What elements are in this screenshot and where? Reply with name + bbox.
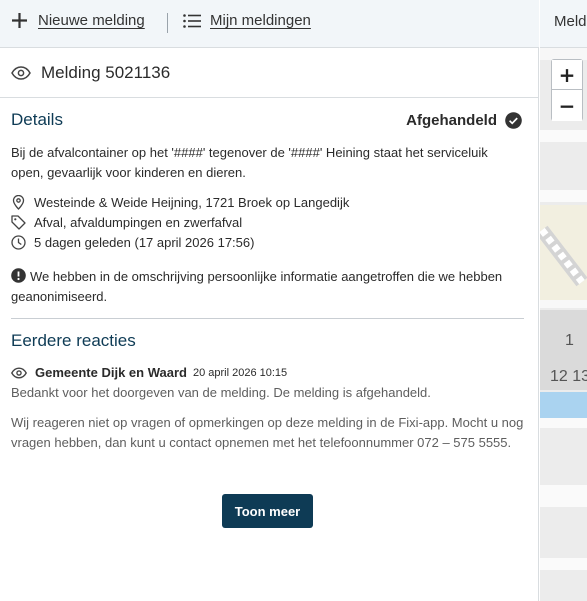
- map-zoom-control: + −: [551, 59, 583, 121]
- zoom-in-button[interactable]: +: [552, 60, 582, 90]
- notice-text: We hebben in de omschrijving persoonlijk…: [11, 269, 503, 304]
- eye-icon: [11, 367, 27, 378]
- map-label: 12 13: [550, 368, 587, 385]
- new-report-label: Nieuwe melding: [38, 12, 145, 29]
- map-road: [540, 190, 587, 202]
- check-circle-icon: [505, 112, 522, 129]
- my-reports-link[interactable]: Mijn meldingen: [183, 12, 311, 29]
- report-description: Bij de afvalcontainer op het '####' tege…: [11, 145, 488, 180]
- report-panel: Nieuwe melding Mijn meldingen Melding 50…: [0, 0, 539, 601]
- map-road: [540, 485, 587, 507]
- eye-icon: [11, 65, 31, 80]
- reply-text-secondary: Wij reageren niet op vragen of opmerking…: [11, 415, 524, 450]
- replies-heading: Eerdere reacties: [11, 331, 136, 350]
- list-icon: [183, 13, 201, 28]
- category-text: Afval, afvaldumpingen en zwerfafval: [34, 215, 243, 230]
- map-road: [540, 130, 587, 142]
- tag-icon: [11, 215, 26, 230]
- new-report-link[interactable]: Nieuwe melding: [11, 12, 145, 29]
- map-water: [540, 392, 587, 418]
- report-time: 5 dagen geleden (17 april 2026 17:56): [11, 235, 254, 250]
- details-heading: Details: [11, 110, 63, 129]
- reply-date: 20 april 2026 10:15: [192, 366, 288, 379]
- reply-author: Gemeente Dijk en Waard: [35, 365, 187, 380]
- reply-header: Gemeente Dijk en Waard 20 april 2026 10:…: [11, 365, 287, 380]
- anonymization-notice: We hebben in de omschrijving persoonlijk…: [11, 267, 511, 307]
- my-reports-label: Mijn meldingen: [210, 12, 311, 29]
- status-badge: Afgehandeld: [406, 112, 522, 129]
- map-rail-track: [540, 225, 587, 287]
- map-label: 1: [565, 332, 574, 349]
- status-label: Afgehandeld: [406, 112, 497, 129]
- exclamation-circle-icon: [11, 268, 26, 283]
- map-road: [540, 418, 587, 428]
- top-nav-bar: Nieuwe melding Mijn meldingen: [0, 0, 539, 48]
- location-pin-icon: [12, 195, 25, 210]
- map-header-label: Meld: [554, 13, 587, 30]
- report-category: Afval, afvaldumpingen en zwerfafval: [11, 215, 242, 230]
- location-text: Westeinde & Weide Heijning, 1721 Broek o…: [34, 195, 350, 210]
- nav-separator: [167, 13, 168, 33]
- map-header: Meld: [540, 0, 587, 48]
- section-divider: [11, 318, 524, 319]
- map-road: [540, 300, 587, 308]
- time-text: 5 dagen geleden (17 april 2026 17:56): [34, 235, 255, 250]
- clock-icon: [11, 235, 26, 250]
- zoom-out-button[interactable]: −: [552, 91, 582, 121]
- map-road: [540, 558, 587, 570]
- report-location: Westeinde & Weide Heijning, 1721 Broek o…: [11, 195, 349, 210]
- plus-icon: [12, 13, 27, 28]
- reply-text-primary: Bedankt voor het doorgeven van de meldin…: [11, 385, 431, 400]
- page-title: Melding 5021136: [41, 62, 171, 82]
- show-more-button[interactable]: Toon meer: [222, 494, 313, 528]
- report-title-bar: Melding 5021136: [0, 48, 539, 98]
